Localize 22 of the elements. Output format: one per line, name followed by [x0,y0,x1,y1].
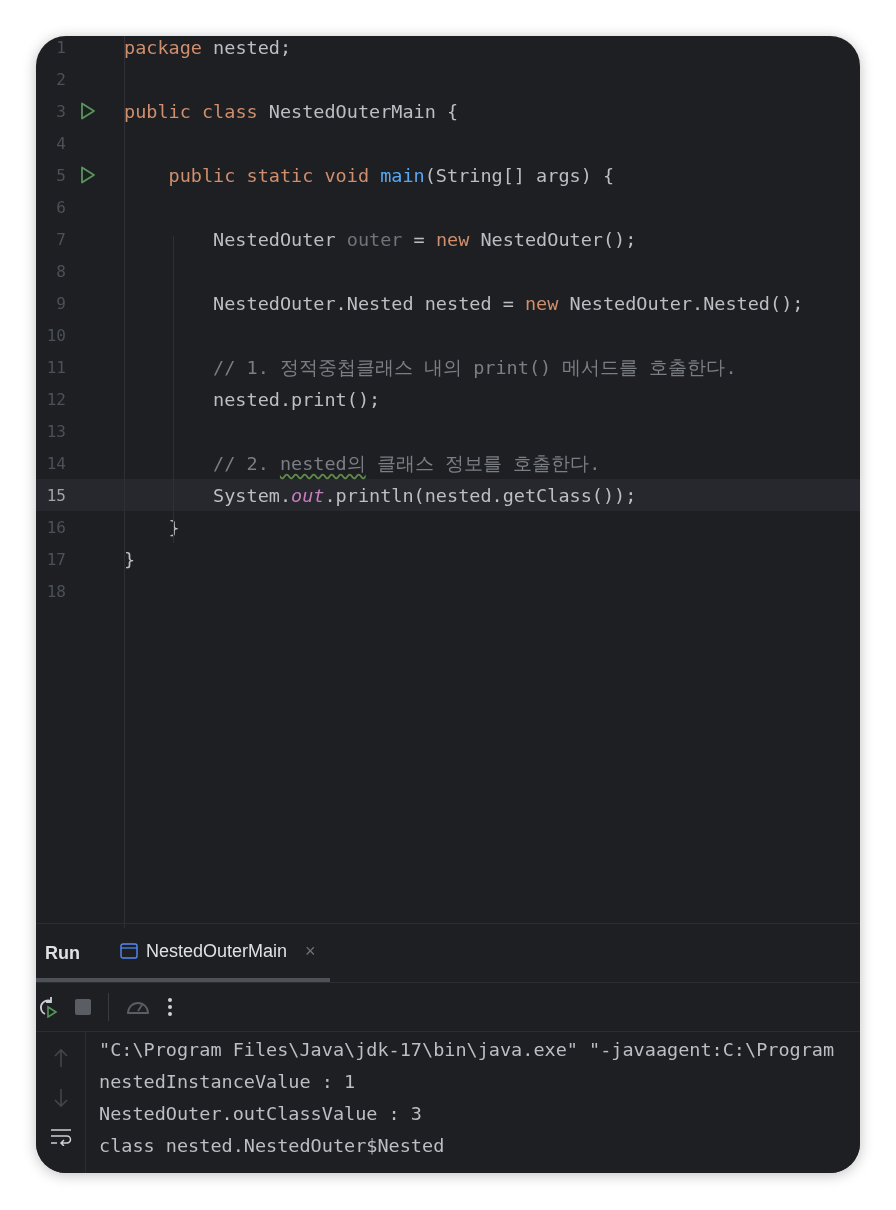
stop-icon[interactable] [74,998,92,1016]
console-line: NestedOuter.outClassValue : 3 [99,1102,423,1126]
console-line: class nested.NestedOuter$Nested [99,1134,446,1158]
code-line: NestedOuter.Nested nested = new NestedOuter.Nested(); [213,292,804,314]
code-line: System.out.println(nested.getClass()); [213,484,637,506]
code-line: nested.print(); [213,388,381,410]
run-icon[interactable] [80,166,96,184]
code-line: public static void main(String[] args) { [168,164,615,186]
console-line: "C:\Program Files\Java\jdk-17\bin\java.exe" "-javaagent:C:\Program [99,1038,835,1062]
console-line: nestedInstanceValue : 1 [99,1070,357,1094]
code-line: package nested; [124,36,292,58]
code-line: // 2. nested의 클래스 정보를 호출한다. [213,451,601,476]
code-line: // 1. 정적중첩클래스 내의 print() 메서드를 호출한다. [213,355,737,380]
soft-wrap-icon[interactable] [49,1128,72,1146]
line-number: 15 [45,485,66,505]
code-line: public class NestedOuterMain { [124,100,459,122]
panel-title: Run [44,942,81,964]
more-icon[interactable] [167,997,173,1017]
run-icon[interactable] [80,102,96,120]
window-icon [120,943,138,959]
code-line: NestedOuter outer = new NestedOuter(); [213,228,637,250]
code-line: } [124,548,136,570]
